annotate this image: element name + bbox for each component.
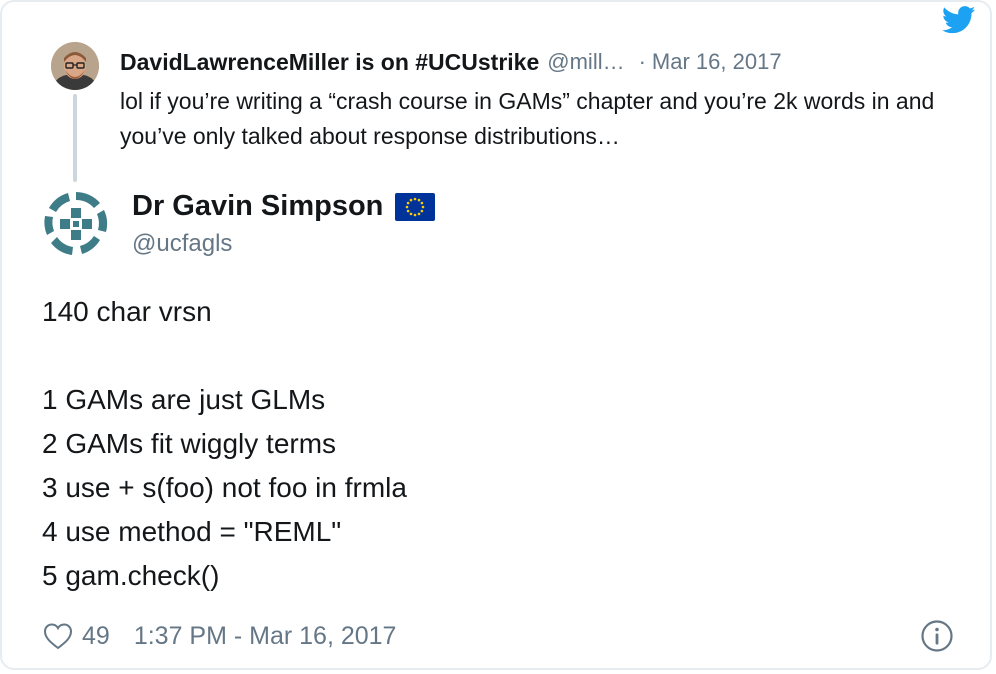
tweet-line: 1 GAMs are just GLMs — [42, 384, 326, 415]
twitter-bird-icon[interactable] — [942, 6, 976, 34]
main-author-name[interactable]: Dr Gavin Simpson — [132, 190, 383, 223]
thread-connector-line — [73, 94, 77, 182]
heart-icon[interactable] — [42, 621, 74, 651]
parent-author-name[interactable]: DavidLawrenceMiller is on #UCUstrike — [120, 49, 539, 76]
tweet-line: 3 use + s(foo) not foo in frmla — [42, 472, 407, 503]
tweet-line: 2 GAMs fit wiggly terms — [42, 428, 337, 459]
avatar-logo — [44, 192, 108, 255]
parent-tweet-header: DavidLawrenceMiller is on #UCUstrike @mi… — [120, 44, 960, 80]
like-count[interactable]: 49 — [82, 622, 110, 651]
header-separator: · — [638, 49, 646, 74]
main-author-handle[interactable]: @ucfagls — [132, 230, 232, 258]
tweet-footer: 49 1:37 PM - Mar 16, 2017 — [42, 616, 954, 656]
tweet-line: 140 char vrsn — [42, 296, 212, 327]
parent-tweet-text: lol if you’re writing a “crash course in… — [120, 88, 935, 149]
tweet-line: 5 gam.check() — [42, 560, 220, 591]
parent-author-handle[interactable]: @mill… — [547, 49, 624, 75]
parent-tweet-date[interactable]: Mar 16, 2017 — [652, 49, 782, 75]
main-tweet-text: 140 char vrsn 1 GAMs are just GLMs 2 GAM… — [42, 290, 942, 598]
parent-author-avatar[interactable] — [51, 42, 99, 90]
tweet-timestamp[interactable]: 1:37 PM - Mar 16, 2017 — [134, 622, 397, 651]
tweet-line: 4 use method = "REML" — [42, 516, 342, 547]
eu-flag-icon — [395, 192, 436, 221]
main-author-avatar[interactable] — [40, 188, 112, 260]
embedded-tweet-card: DavidLawrenceMiller is on #UCUstrike @mi… — [0, 0, 992, 670]
avatar-photo — [51, 42, 99, 90]
main-author-name-row: Dr Gavin Simpson — [132, 190, 436, 223]
info-icon[interactable] — [920, 619, 954, 653]
